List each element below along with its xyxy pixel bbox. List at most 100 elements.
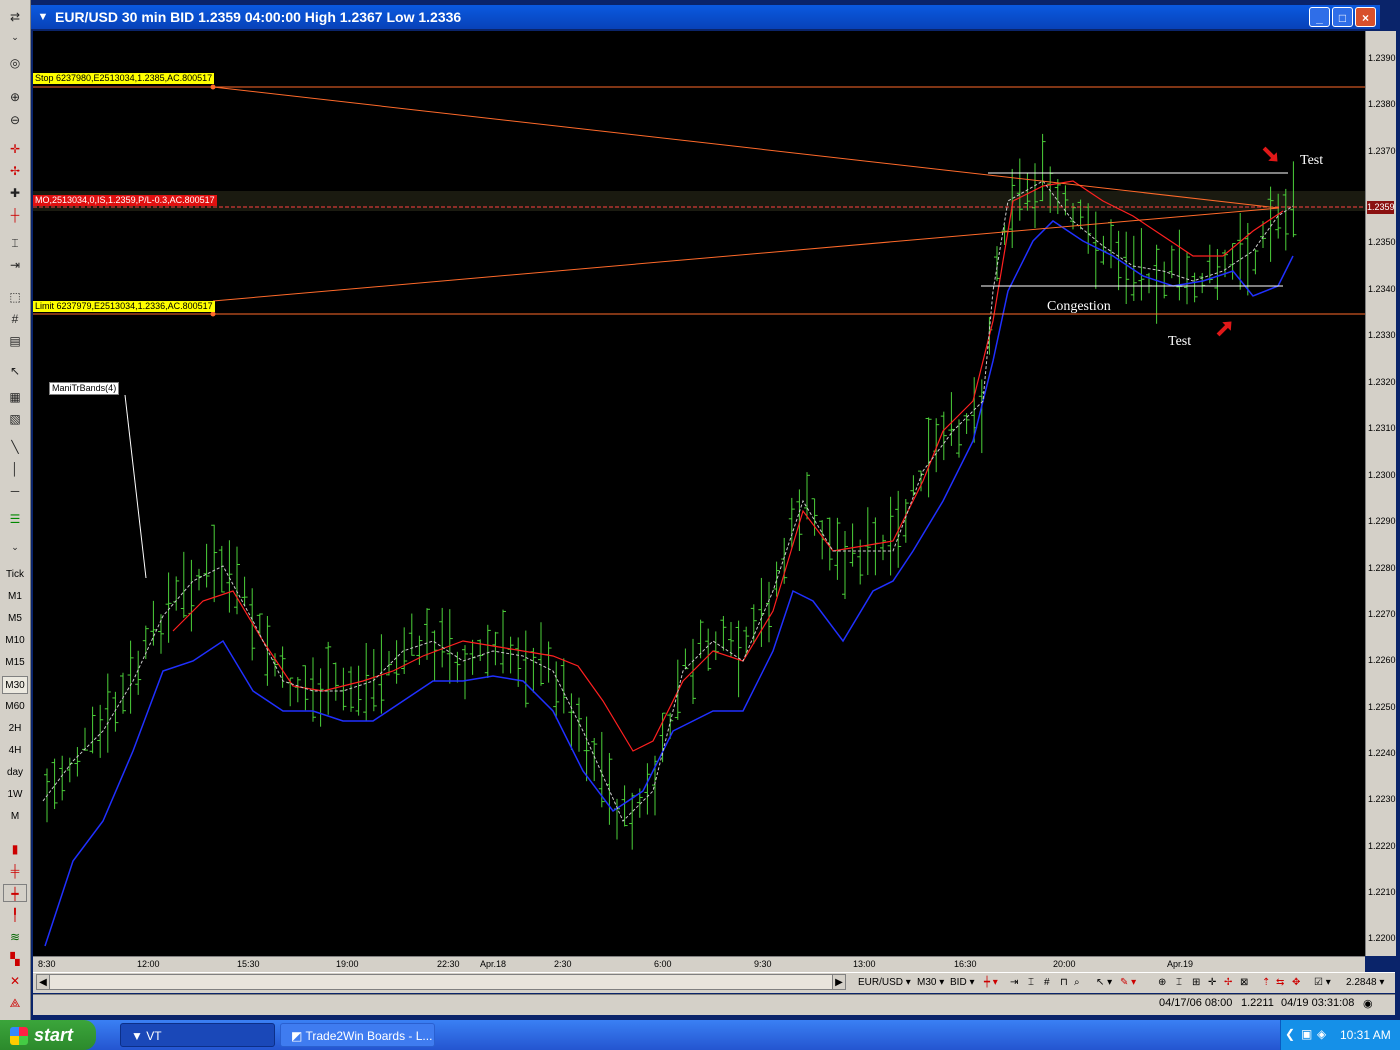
vertical-line-icon[interactable]: │ bbox=[3, 460, 27, 478]
title-bar[interactable]: ▼ EUR/USD 30 min BID 1.2359 04:00:00 Hig… bbox=[30, 5, 1380, 29]
task-trade2win[interactable]: ◩ Trade2Win Boards - L... bbox=[280, 1023, 435, 1047]
tray-expand-icon[interactable]: ❮ bbox=[1285, 1027, 1295, 1041]
minimize-button[interactable]: _ bbox=[1309, 7, 1330, 27]
target-icon[interactable]: ◎ bbox=[3, 54, 27, 72]
task-vt[interactable]: ▼ VT bbox=[120, 1023, 275, 1047]
chart-type-dropdown[interactable]: ┿ ▾ bbox=[984, 977, 998, 988]
channel-icon[interactable]: ☰ bbox=[3, 510, 27, 528]
bar-chart-icon[interactable]: ╪ bbox=[3, 862, 27, 880]
position-tag[interactable]: MO,2513034,0,IS,1.2359,P/L-0.3,AC.800517 bbox=[33, 195, 217, 206]
pattern-icon[interactable]: ▚ bbox=[3, 950, 27, 968]
limit-order-tag[interactable]: Limit 6237979,E2513034,1.2336,AC.800517 bbox=[33, 301, 215, 312]
scroll-left-arrow[interactable]: ◀ bbox=[36, 974, 50, 990]
cursor-icon[interactable]: ⌶ bbox=[1028, 977, 1034, 988]
price-label: 1.2370 bbox=[1368, 146, 1396, 156]
magnet-icon[interactable]: ⊓ bbox=[1060, 977, 1068, 988]
timeframe-1w[interactable]: 1W bbox=[2, 786, 28, 804]
stop-order-tag[interactable]: Stop 6237980,E2513034,1.2385,AC.800517 bbox=[33, 73, 215, 84]
template-icon[interactable]: ▤ bbox=[3, 332, 27, 350]
indicator-icon[interactable]: ▧ bbox=[3, 410, 27, 428]
windows-logo-icon bbox=[10, 1027, 28, 1046]
crosshair-alt-icon[interactable]: ✢ bbox=[3, 162, 27, 180]
timeframe-m1[interactable]: M1 bbox=[2, 588, 28, 606]
task-vt-label: VT bbox=[146, 1029, 162, 1043]
zoom-in-icon[interactable]: ⊕ bbox=[1158, 977, 1166, 988]
timeframe-m15[interactable]: M15 bbox=[2, 654, 28, 672]
order-move-icon[interactable]: ✥ bbox=[1292, 977, 1300, 988]
horizontal-marker-icon[interactable]: ⇥ bbox=[3, 256, 27, 274]
timeframe-m30[interactable]: M30 bbox=[2, 676, 28, 694]
crosshair-black-icon[interactable]: ✚ bbox=[3, 184, 27, 202]
symbol-dropdown[interactable]: EUR/USD ▾ bbox=[858, 977, 911, 988]
vertical-marker-icon[interactable]: ⌶ bbox=[3, 234, 27, 252]
price-label: 1.2250 bbox=[1368, 702, 1396, 712]
settings-icon[interactable]: ☑ ▾ bbox=[1314, 977, 1331, 988]
indicator-label-pointer bbox=[124, 394, 147, 579]
time-label: 16:30 bbox=[954, 959, 977, 969]
time-label: Apr.19 bbox=[1167, 959, 1194, 969]
select-tool-icon[interactable]: ⬚ bbox=[3, 288, 27, 306]
order-both-icon[interactable]: ⇆ bbox=[1276, 977, 1284, 988]
volume-icon[interactable]: ◈ bbox=[1317, 1027, 1326, 1041]
shift-right-icon[interactable]: ⇥ bbox=[1010, 977, 1018, 988]
ohlc-chart-icon[interactable]: ┿ bbox=[3, 884, 27, 902]
pointer-icon[interactable]: ↖ ▾ bbox=[1096, 977, 1112, 988]
xx-icon[interactable]: ✕ bbox=[3, 972, 27, 990]
indicator-label[interactable]: ManiTrBands(4) bbox=[49, 382, 120, 395]
period-dropdown[interactable]: M30 ▾ bbox=[917, 977, 944, 988]
network-icon[interactable]: ▣ bbox=[1301, 1027, 1312, 1041]
draw-tool-icon[interactable]: ✎ ▾ bbox=[1120, 977, 1136, 988]
crosshair-icon[interactable]: ✛ bbox=[1208, 977, 1216, 988]
price-axis[interactable]: 1.2359 bbox=[1365, 31, 1396, 956]
timeframe-m60[interactable]: M60 bbox=[2, 698, 28, 716]
wave-icon[interactable]: ≋ bbox=[3, 928, 27, 946]
cursor-line-icon[interactable]: ┼ bbox=[3, 206, 27, 224]
price-label: 1.2290 bbox=[1368, 516, 1396, 526]
grid-icon[interactable]: # bbox=[1044, 977, 1050, 988]
close-button[interactable]: × bbox=[1355, 7, 1376, 27]
side-dropdown[interactable]: BID ▾ bbox=[950, 977, 974, 988]
timeframe-m10[interactable]: M10 bbox=[2, 632, 28, 650]
symbol-value: EUR/USD bbox=[858, 977, 904, 988]
chevron-down-icon[interactable]: ⌄ bbox=[3, 538, 27, 556]
scale-dropdown[interactable]: 2.2848 ▾ bbox=[1346, 977, 1384, 988]
timeframe-day[interactable]: day bbox=[2, 764, 28, 782]
pointer-icon[interactable]: ↖ bbox=[3, 362, 27, 380]
zoom-out-icon[interactable]: ⊖ bbox=[3, 111, 27, 129]
search-icon[interactable]: ⌕ bbox=[1074, 977, 1080, 988]
price-chart[interactable]: Test Test Congestion Stop 6237980,E25130… bbox=[33, 31, 1365, 956]
price-label: 1.2340 bbox=[1368, 284, 1396, 294]
crosshair-icon[interactable]: ✛ bbox=[3, 140, 27, 158]
limit-handle[interactable] bbox=[210, 311, 216, 317]
price-label: 1.2300 bbox=[1368, 470, 1396, 480]
time-axis[interactable] bbox=[33, 956, 1365, 973]
scroll-right-arrow[interactable]: ▶ bbox=[832, 974, 846, 990]
swap-arrows-icon[interactable]: ⇄ bbox=[3, 8, 27, 26]
timeframe-4h[interactable]: 4H bbox=[2, 742, 28, 760]
crosshair-red-icon[interactable]: ✢ bbox=[1224, 977, 1232, 988]
timeframe-month[interactable]: M bbox=[2, 808, 28, 826]
candle-chart-icon[interactable]: ▮ bbox=[3, 840, 27, 858]
properties-icon[interactable]: ▦ bbox=[3, 388, 27, 406]
shapes-icon[interactable]: ⟁ bbox=[3, 994, 27, 1012]
side-value: BID bbox=[950, 977, 967, 988]
timeframe-tick[interactable]: Tick bbox=[2, 566, 28, 584]
start-button[interactable]: start bbox=[0, 1020, 96, 1050]
trendline-icon[interactable]: ╲ bbox=[3, 438, 27, 456]
chevron-down-icon[interactable]: ⌄ bbox=[3, 28, 27, 46]
cursor-icon[interactable]: ⌶ bbox=[1176, 977, 1182, 988]
grid-icon[interactable]: # bbox=[3, 310, 27, 328]
timeframe-m5[interactable]: M5 bbox=[2, 610, 28, 628]
zoom-box-icon[interactable]: ⊠ bbox=[1240, 977, 1248, 988]
zoom-in-icon[interactable]: ⊕ bbox=[3, 88, 27, 106]
period-value: M30 bbox=[917, 977, 937, 988]
line-chart-icon[interactable]: ╿ bbox=[3, 906, 27, 924]
mid-band-line bbox=[42, 180, 1294, 822]
horizontal-scrollbar[interactable] bbox=[36, 974, 846, 990]
maximize-button[interactable]: □ bbox=[1332, 7, 1353, 27]
horizontal-line-icon[interactable]: ─ bbox=[3, 482, 27, 500]
stop-handle[interactable] bbox=[210, 84, 216, 90]
order-up-icon[interactable]: ⇡ bbox=[1262, 977, 1270, 988]
grid-icon[interactable]: ⊞ bbox=[1192, 977, 1200, 988]
timeframe-2h[interactable]: 2H bbox=[2, 720, 28, 738]
